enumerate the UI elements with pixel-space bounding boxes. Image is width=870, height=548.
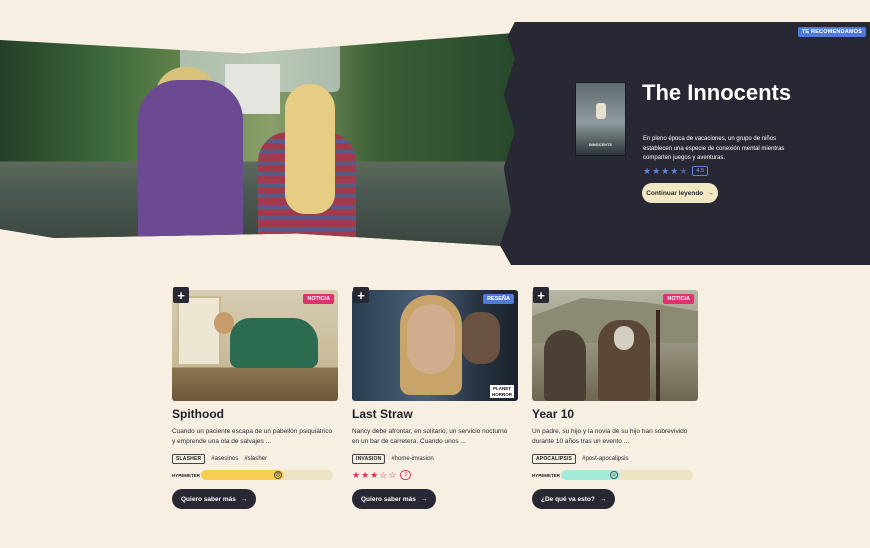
hashtag[interactable]: #slasher — [244, 456, 267, 462]
hashtag[interactable]: #home-invasion — [391, 456, 433, 462]
card-image[interactable]: NOTICIA — [532, 290, 698, 401]
empty-star-icon: ☆ — [379, 469, 388, 480]
what-is-this-button[interactable]: ¿De qué va esto? → — [532, 489, 616, 509]
hypemeter-track: ☺ — [561, 470, 693, 480]
add-to-list-button[interactable]: + — [353, 287, 369, 303]
star-icon: ★ — [670, 165, 679, 176]
hypemeter-label: HYPEMETER — [532, 472, 561, 478]
star-icon: ★ — [361, 469, 370, 480]
card-image[interactable]: RESEÑA PLANET HORROR — [352, 290, 518, 401]
hypemeter: HYPEMETER ☺ — [532, 469, 698, 481]
news-card: + NOTICIA Spithood Cuando un paciente es… — [172, 287, 338, 509]
star-icon: ★ — [661, 165, 670, 176]
category-tag[interactable]: SLASHER — [172, 454, 206, 464]
card-description: Cuando un paciente escapa de un pabellón… — [172, 428, 333, 445]
hashtag[interactable]: #asesinos — [211, 456, 238, 462]
add-to-list-button[interactable]: + — [533, 287, 549, 303]
category-tag[interactable]: APOCALIPSIS — [532, 454, 577, 464]
empty-star-icon: ☆ — [388, 469, 397, 480]
card-description: Un padre, su hijo y la novia de su hijo … — [532, 428, 688, 445]
card-tags: APOCALIPSIS #post-apocalipsis — [532, 454, 698, 464]
star-icon: ★ — [643, 165, 652, 176]
hero-title[interactable]: The Innocents — [642, 80, 842, 105]
smile-face-icon: ☺ — [610, 471, 618, 479]
review-card: + RESEÑA PLANET HORROR Last Straw Nancy … — [352, 287, 518, 509]
hypemeter-fill — [201, 470, 284, 480]
learn-more-button[interactable]: Quiero saber más → — [352, 489, 437, 509]
hero-image — [0, 31, 540, 247]
learn-more-label: Quiero saber más — [181, 495, 236, 503]
rating-value: 3 — [400, 470, 412, 480]
review-rating: ★ ★ ★ ☆ ☆ 3 — [352, 469, 518, 481]
rating-value: 4.5 — [692, 166, 709, 176]
card-badge: NOTICIA — [663, 294, 694, 304]
hero-section: TE RECOMENDAMOS INNOCENTS The Innocents … — [0, 0, 870, 265]
continue-reading-label: Continuar leyendo — [646, 189, 704, 197]
card-badge: RESEÑA — [483, 294, 514, 304]
continue-reading-button[interactable]: Continuar leyendo → — [642, 183, 718, 203]
half-star-icon: ★ — [679, 165, 688, 176]
recommend-badge: TE RECOMENDAMOS — [797, 27, 866, 37]
star-icon: ★ — [652, 165, 661, 176]
card-title[interactable]: Year 10 — [532, 407, 698, 421]
hypemeter: HYPEMETER ☹ — [172, 469, 338, 481]
what-is-this-label: ¿De qué va esto? — [541, 495, 595, 503]
learn-more-label: Quiero saber más — [361, 495, 416, 503]
news-card: + NOTICIA Year 10 Un padre, su hijo y la… — [532, 287, 698, 509]
add-to-list-button[interactable]: + — [173, 287, 189, 303]
category-tag[interactable]: INVASION — [352, 454, 386, 464]
poster-title: INNOCENTS — [588, 143, 613, 147]
movie-poster[interactable]: INNOCENTS — [575, 82, 626, 156]
hero-description: En pleno época de vacaciones, un grupo d… — [643, 136, 785, 161]
arrow-right-icon: → — [599, 495, 607, 503]
hero-rating: ★ ★ ★ ★ ★ 4.5 — [643, 165, 709, 176]
star-icon: ★ — [352, 469, 361, 480]
card-title[interactable]: Spithood — [172, 407, 338, 421]
card-tags: INVASION #home-invasion — [352, 454, 518, 464]
arrow-right-icon: → — [707, 189, 714, 197]
hypemeter-track: ☹ — [201, 470, 333, 480]
star-icon: ★ — [370, 469, 379, 480]
hypemeter-label: HYPEMETER — [172, 472, 201, 478]
card-description: Nancy debe afrontar, en solitario, un se… — [352, 428, 508, 445]
arrow-right-icon: → — [240, 495, 248, 503]
card-title[interactable]: Last Straw — [352, 407, 518, 421]
card-image[interactable]: NOTICIA — [172, 290, 338, 401]
planet-horror-logo: PLANET HORROR — [490, 385, 514, 398]
hashtag[interactable]: #post-apocalipsis — [582, 456, 628, 462]
learn-more-button[interactable]: Quiero saber más → — [172, 489, 257, 509]
sad-face-icon: ☹ — [274, 471, 282, 479]
card-badge: NOTICIA — [303, 294, 334, 304]
card-tags: SLASHER #asesinos #slasher — [172, 454, 338, 464]
arrow-right-icon: → — [420, 495, 428, 503]
